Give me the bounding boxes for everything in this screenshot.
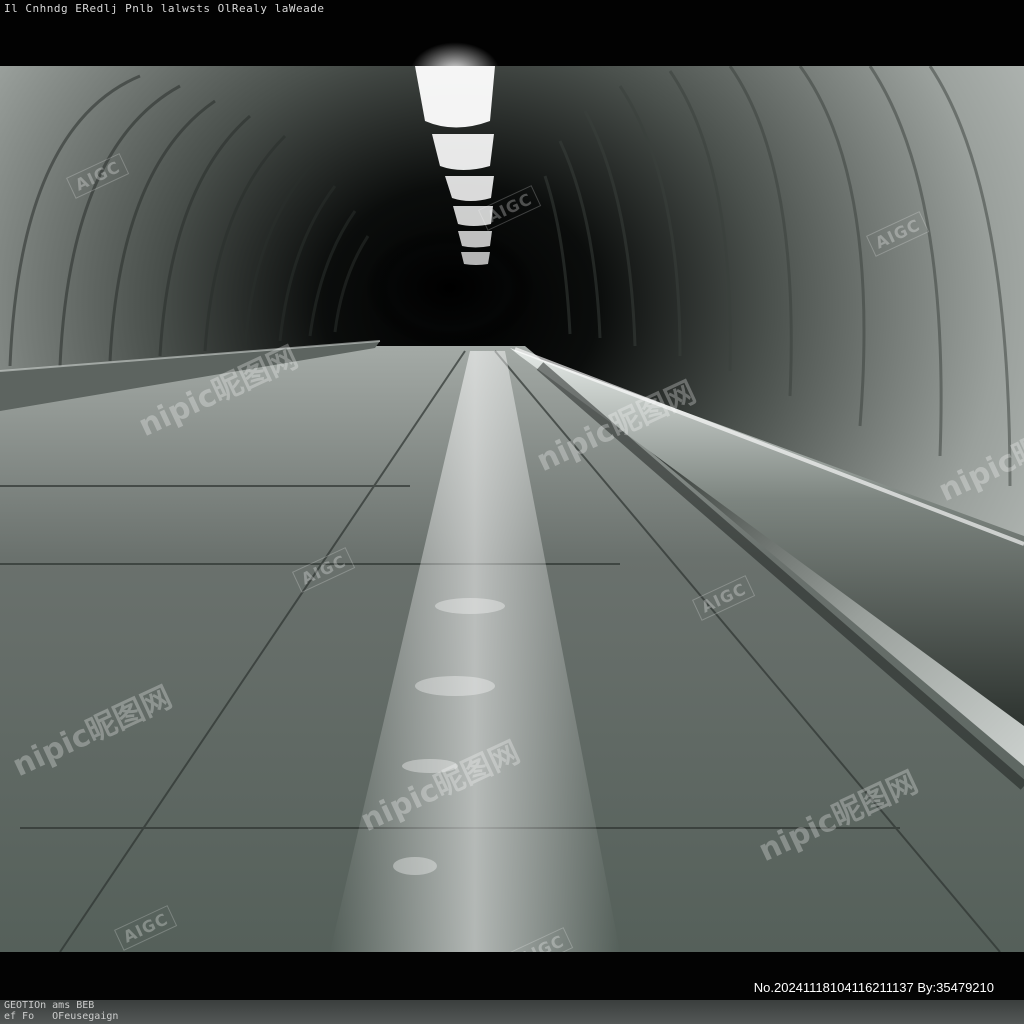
image-id-label: No.20241118104116211137 By:35479210: [753, 980, 994, 995]
footer-strip: [0, 1000, 1024, 1024]
tunnel-illustration: [0, 66, 1024, 952]
tunnel-photo: [0, 66, 1024, 952]
tunnel-end-darkness: [365, 228, 535, 348]
footer-caption-text: GEOTIOn ams BEB ef Fo OFeusegaign: [4, 1000, 119, 1022]
top-caption-text: Il Cnhndg ERedlj Pnlb lalwsts OlRealy la…: [4, 2, 325, 15]
